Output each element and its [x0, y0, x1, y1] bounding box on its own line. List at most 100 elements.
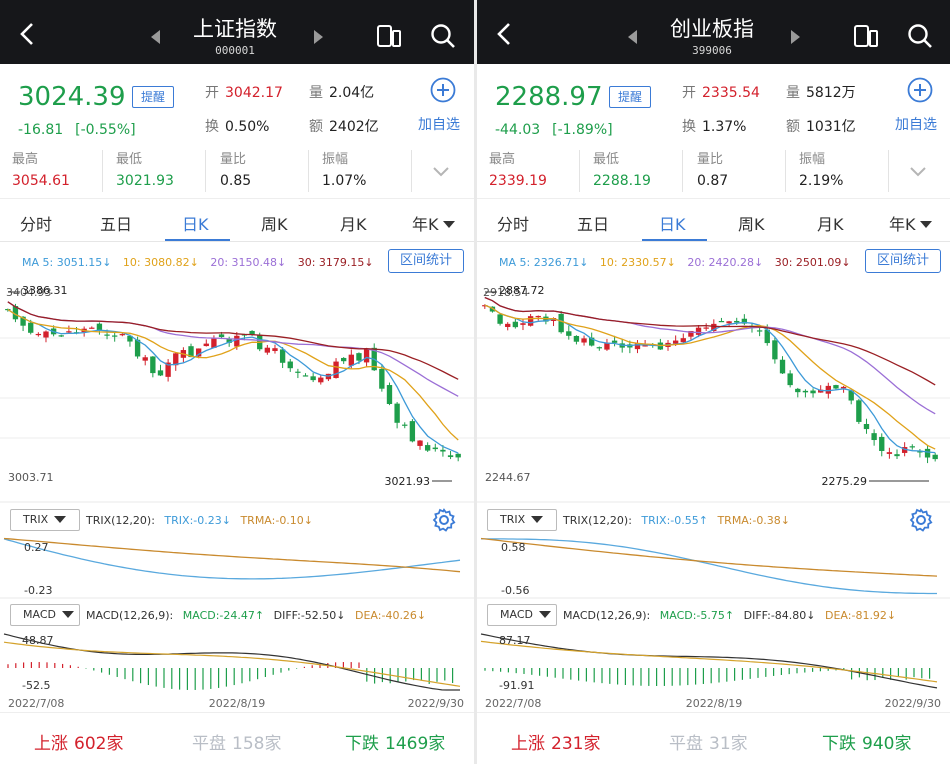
- next-index-icon[interactable]: [314, 30, 323, 44]
- candle-body: [394, 403, 400, 423]
- index-title: 创业板指: [670, 17, 754, 41]
- tab-yearly-k[interactable]: 年K: [889, 211, 932, 235]
- candle-body: [566, 331, 572, 336]
- ma20-value: 20: 2420.28↓: [687, 256, 764, 269]
- index-code: 000001: [215, 44, 255, 57]
- candle-body: [886, 452, 893, 454]
- candle-body: [272, 348, 278, 352]
- candle-body: [695, 327, 702, 335]
- candle-body: [894, 454, 900, 457]
- date-start-label: 2022/7/08: [8, 697, 64, 710]
- candle-body: [505, 323, 511, 327]
- change-value: -44.03: [495, 122, 541, 138]
- index-title: 上证指数: [193, 17, 277, 41]
- next-index-icon[interactable]: [791, 30, 800, 44]
- remind-button[interactable]: 提醒: [132, 86, 174, 108]
- tab-weekly-k[interactable]: 周K: [261, 211, 288, 235]
- volume: 量 5812万: [786, 85, 856, 101]
- open-price: 开 3042.17: [205, 85, 283, 101]
- candle-body: [672, 340, 679, 344]
- tab-monthly-k[interactable]: 月K: [340, 211, 367, 235]
- candle-body: [386, 385, 393, 404]
- top-bar: 创业板指 399006: [477, 0, 950, 64]
- add-watchlist-button[interactable]: 加自选: [418, 114, 460, 134]
- tab-weekly-k[interactable]: 周K: [738, 211, 765, 235]
- advancers: 上涨 602家: [34, 734, 124, 754]
- tab-five-day[interactable]: 五日: [100, 211, 132, 235]
- macd-legend: MACD(12,26,9): MACD:-24.47↑ DIFF:-52.50↓…: [86, 609, 427, 622]
- add-watchlist-button[interactable]: 加自选: [895, 114, 937, 134]
- candle-body: [787, 373, 793, 386]
- candle-body: [718, 321, 725, 323]
- candle-body: [356, 353, 362, 361]
- price-change: -44.03 [-1.89%]: [495, 122, 625, 138]
- prev-index-icon[interactable]: [151, 30, 160, 44]
- chevron-down-icon[interactable]: [909, 166, 927, 178]
- tab-daily-k[interactable]: 日K: [659, 211, 686, 235]
- y-axis-bottom-label: 2244.67: [485, 471, 531, 484]
- trix-selector[interactable]: TRIX: [487, 509, 557, 531]
- tab-intraday[interactable]: 分时: [20, 211, 52, 235]
- search-icon[interactable]: [906, 22, 934, 50]
- range-stats-button[interactable]: 区间统计: [865, 249, 941, 273]
- candle-body: [35, 333, 42, 336]
- candle-body: [512, 321, 519, 328]
- prev-index-icon[interactable]: [628, 30, 637, 44]
- period-tabs: 分时 五日 日K 周K 月K 年K: [0, 198, 474, 242]
- candle-body: [112, 335, 118, 337]
- back-arrow-icon[interactable]: [495, 22, 515, 46]
- stats-row: 最高 2339.19 最低 2288.19 量比 0.87 振幅 2.19%: [477, 148, 950, 196]
- candle-body: [596, 347, 602, 349]
- candle-body: [402, 424, 408, 426]
- tab-daily-k[interactable]: 日K: [182, 211, 209, 235]
- trix-legend: TRIX(12,20): TRIX:-0.23↓ TRMA:-0.10↓: [86, 514, 314, 527]
- period-tabs: 分时 五日 日K 周K 月K 年K: [477, 198, 950, 242]
- tab-monthly-k[interactable]: 月K: [817, 211, 844, 235]
- trix-line: [481, 538, 937, 595]
- search-icon[interactable]: [429, 22, 457, 50]
- dropdown-triangle-icon: [538, 611, 551, 618]
- candle-body: [573, 335, 580, 342]
- back-arrow-icon[interactable]: [18, 22, 38, 46]
- candle-body: [96, 323, 103, 331]
- stat-amplitude: 振幅 1.07%: [322, 152, 367, 189]
- date-end-label: 2022/9/30: [885, 697, 941, 710]
- ma-legend: MA 5: 3051.15↓ 10: 3080.82↓ 20: 3150.48↓…: [22, 256, 382, 269]
- dea-line: [480, 640, 938, 683]
- candle-body: [520, 323, 526, 325]
- market-breadth: 上涨 602家 平盘 158家 下跌 1469家: [0, 712, 474, 764]
- tab-five-day[interactable]: 五日: [577, 211, 609, 235]
- gear-icon[interactable]: [432, 508, 456, 532]
- candle-body: [932, 454, 938, 460]
- turnover-rate: 换 1.37%: [682, 119, 747, 135]
- ma-legend: MA 5: 2326.71↓ 10: 2330.57↓ 20: 2420.28↓…: [499, 256, 859, 269]
- candle-body: [409, 421, 416, 442]
- candle-body: [279, 349, 286, 363]
- ma5-value: MA 5: 3051.15↓: [22, 256, 112, 269]
- candle-body: [856, 400, 862, 422]
- range-stats-button[interactable]: 区间统计: [388, 249, 464, 273]
- candle-body: [218, 334, 225, 338]
- tab-yearly-k[interactable]: 年K: [412, 211, 455, 235]
- add-circle-icon[interactable]: [430, 77, 456, 103]
- divider: [411, 150, 412, 192]
- remind-button[interactable]: 提醒: [609, 86, 651, 108]
- trix-selector[interactable]: TRIX: [10, 509, 80, 531]
- macd-selector[interactable]: MACD: [10, 604, 80, 626]
- macd-selector[interactable]: MACD: [487, 604, 557, 626]
- landscape-icon[interactable]: [376, 24, 402, 48]
- candle-body: [863, 423, 870, 430]
- kline-chart[interactable]: 3404.933386.313003.71 3021.930.27-0.2348.…: [0, 278, 474, 712]
- trix-bottom-label: -0.23: [24, 584, 52, 597]
- candle-body: [333, 361, 339, 379]
- trix-top-label: 0.27: [24, 541, 49, 554]
- tab-intraday[interactable]: 分时: [497, 211, 529, 235]
- add-circle-icon[interactable]: [907, 77, 933, 103]
- volume: 量 2.04亿: [309, 85, 375, 101]
- chevron-down-icon[interactable]: [432, 166, 450, 178]
- kline-chart[interactable]: 2918.542887.722244.67 2275.290.58-0.5687.…: [477, 278, 950, 712]
- candle-body: [680, 338, 686, 343]
- unchanged: 平盘 31家: [669, 734, 748, 754]
- landscape-icon[interactable]: [853, 24, 879, 48]
- gear-icon[interactable]: [909, 508, 933, 532]
